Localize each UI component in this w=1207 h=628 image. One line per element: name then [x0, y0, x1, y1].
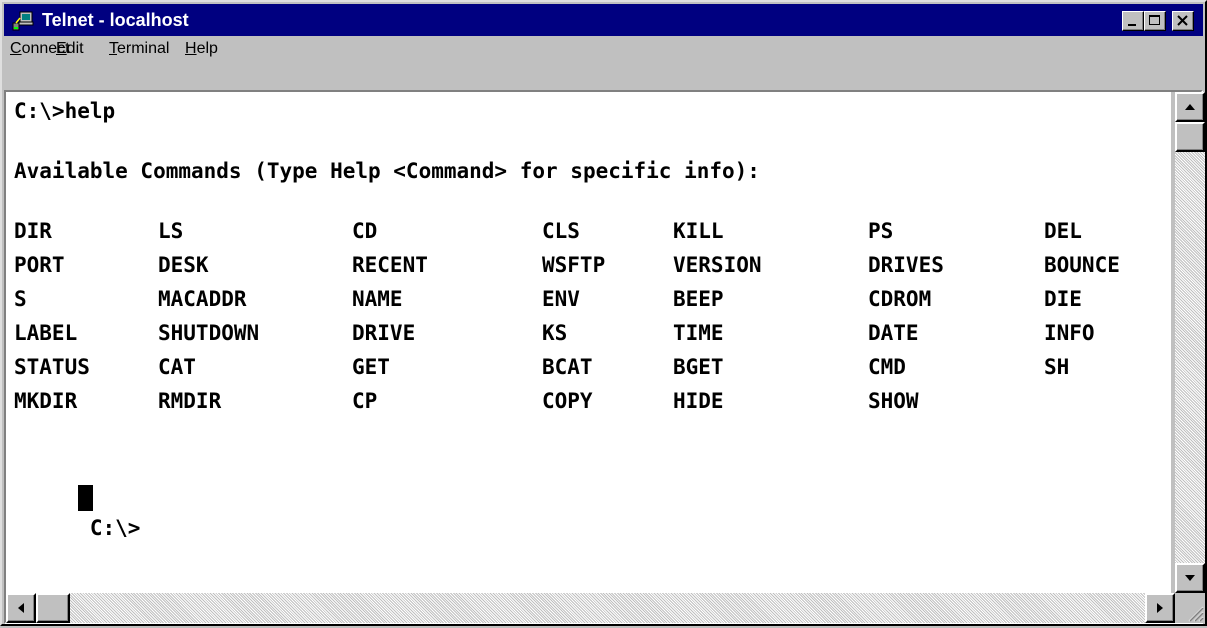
command-recent: RECENT [352, 253, 428, 277]
prompt-text: C:\> [89, 516, 141, 540]
command-cmd: CMD [868, 355, 906, 379]
maximize-icon [1149, 15, 1160, 25]
vertical-scroll-thumb[interactable] [1175, 122, 1205, 152]
resize-grip-icon [1188, 606, 1204, 622]
maximize-button[interactable] [1144, 11, 1166, 31]
telnet-window: Telnet - localhost Connect Edit Terminal… [0, 0, 1207, 626]
command-wsftp: WSFTP [542, 253, 606, 277]
command-s: S [14, 287, 27, 311]
close-icon [1177, 15, 1188, 26]
command-drives: DRIVES [868, 253, 944, 277]
terminal-screen[interactable]: C:\>help Available Commands (Type Help <… [6, 92, 1171, 593]
command-shutdown: SHUTDOWN [158, 321, 260, 345]
command-status: STATUS [14, 355, 90, 379]
command-ls: LS [158, 219, 184, 243]
window-title: Telnet - localhost [42, 10, 189, 30]
scroll-up-button[interactable] [1175, 92, 1205, 122]
scroll-right-button[interactable] [1145, 593, 1175, 623]
menu-help-rest: elp [196, 40, 218, 57]
scroll-down-button[interactable] [1175, 563, 1205, 593]
arrow-down-icon [1185, 575, 1195, 581]
horizontal-scrollbar[interactable] [6, 593, 1175, 623]
arrow-left-icon [18, 603, 24, 613]
menu-terminal-rest: erminal [117, 40, 170, 57]
command-name: NAME [352, 287, 403, 311]
command-cd: CD [352, 219, 378, 243]
command-label: LABEL [14, 321, 78, 345]
command-bounce: BOUNCE [1044, 253, 1120, 277]
vertical-scrollbar[interactable] [1175, 92, 1205, 593]
menu-edit[interactable]: Edit [56, 39, 84, 59]
command-kill: KILL [673, 219, 724, 243]
command-line: C:\>help [14, 99, 116, 123]
arrow-right-icon [1157, 603, 1163, 613]
menu-connect-mnemonic: C [10, 40, 22, 57]
command-cp: CP [352, 389, 378, 413]
command-beep: BEEP [673, 287, 724, 311]
command-desk: DESK [158, 253, 209, 277]
command-sh: SH [1044, 355, 1070, 379]
command-ps: PS [868, 219, 894, 243]
command-drive: DRIVE [352, 321, 416, 345]
command-info: INFO [1044, 321, 1095, 345]
menu-terminal-mnemonic: T [109, 40, 117, 57]
command-die: DIE [1044, 287, 1082, 311]
text-cursor [78, 485, 93, 511]
minimize-icon [1128, 24, 1136, 26]
command-date: DATE [868, 321, 919, 345]
horizontal-scroll-thumb[interactable] [36, 593, 70, 623]
command-show: SHOW [868, 389, 919, 413]
command-hide: HIDE [673, 389, 724, 413]
arrow-up-icon [1185, 104, 1195, 110]
command-dir: DIR [14, 219, 52, 243]
title-bar[interactable]: Telnet - localhost [4, 4, 1203, 36]
menu-bar: Connect Edit Terminal Help [4, 36, 1203, 60]
command-cat: CAT [158, 355, 196, 379]
command-macaddr: MACADDR [158, 287, 247, 311]
command-rmdir: RMDIR [158, 389, 222, 413]
menu-help-mnemonic: H [185, 40, 197, 57]
command-get: GET [352, 355, 390, 379]
command-del: DEL [1044, 219, 1082, 243]
command-version: VERSION [673, 253, 762, 277]
command-port: PORT [14, 253, 65, 277]
close-button[interactable] [1172, 11, 1194, 31]
menu-help[interactable]: Help [185, 39, 218, 59]
command-bcat: BCAT [542, 355, 593, 379]
menu-terminal[interactable]: Terminal [109, 39, 169, 59]
command-ks: KS [542, 321, 568, 345]
command-env: ENV [542, 287, 580, 311]
scroll-left-button[interactable] [6, 593, 36, 623]
command-mkdir: MKDIR [14, 389, 78, 413]
command-cdrom: CDROM [868, 287, 932, 311]
minimize-button[interactable] [1122, 11, 1144, 31]
command-cls: CLS [542, 219, 580, 243]
telnet-computer-icon[interactable] [12, 10, 34, 32]
command-time: TIME [673, 321, 724, 345]
size-grip[interactable] [1175, 593, 1205, 623]
help-header: Available Commands (Type Help <Command> … [14, 159, 760, 183]
menu-edit-mnemonic: E [56, 40, 67, 57]
menu-edit-rest: dit [66, 40, 84, 57]
command-copy: COPY [542, 389, 593, 413]
command-bget: BGET [673, 355, 724, 379]
